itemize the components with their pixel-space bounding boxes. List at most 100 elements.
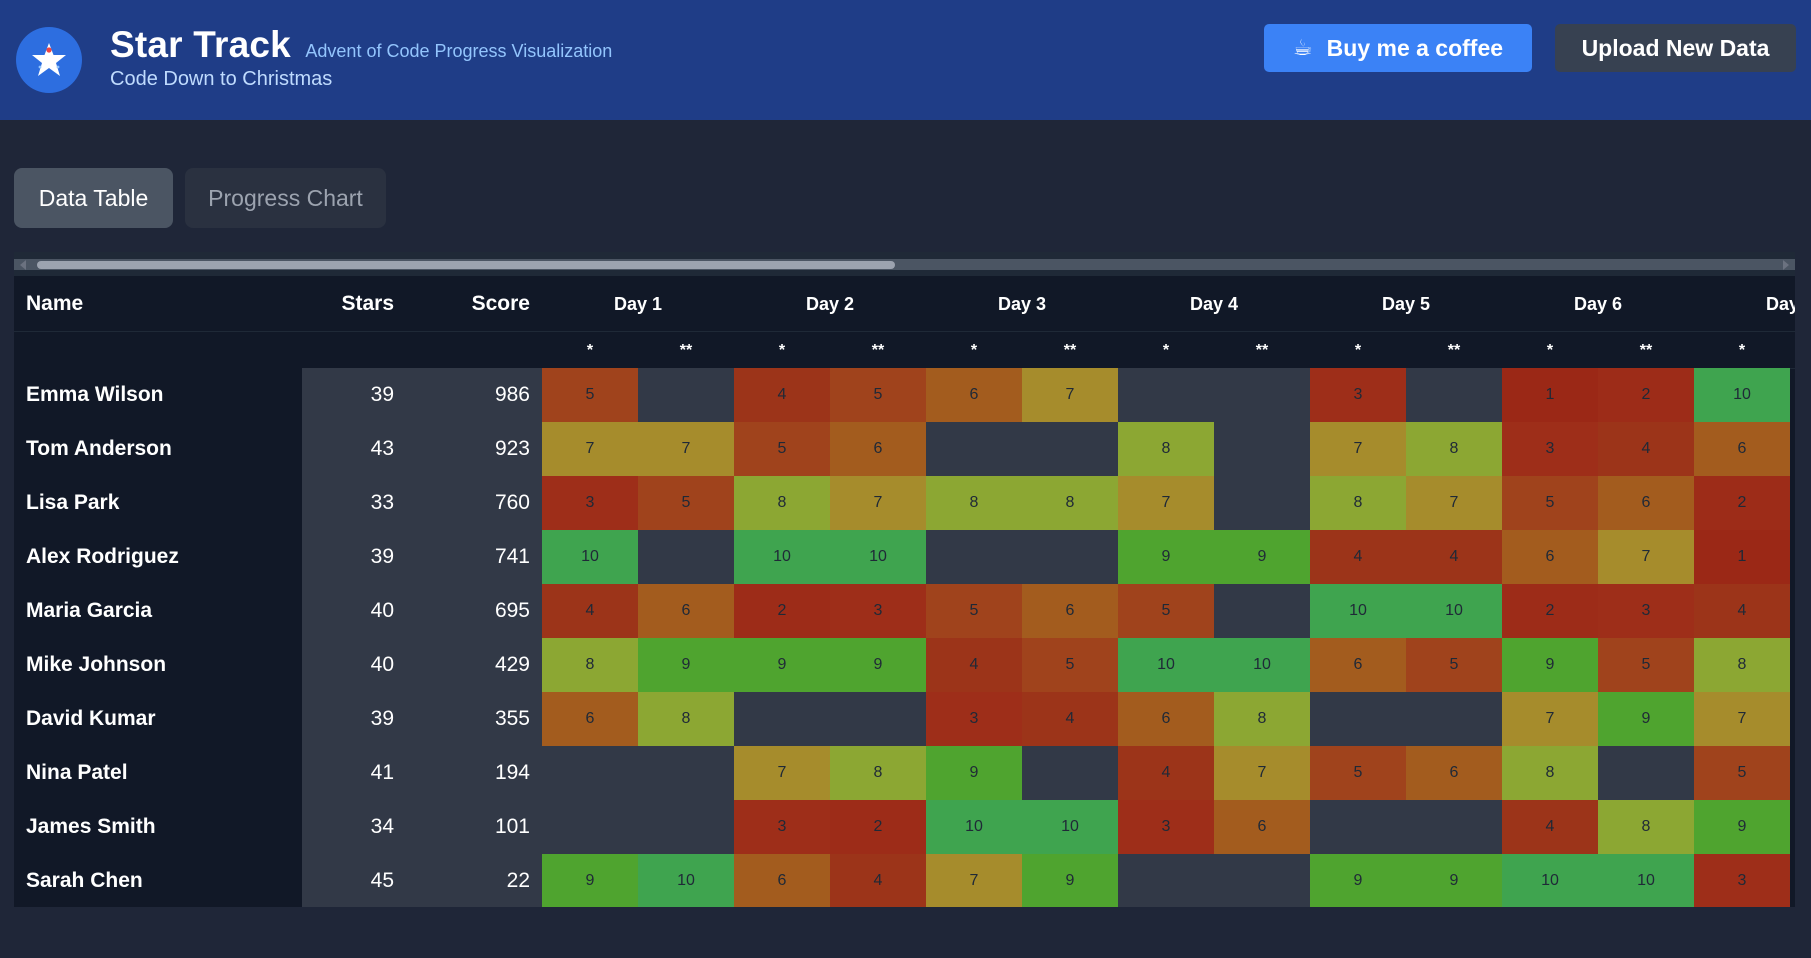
scrollbar-thumb[interactable] <box>37 261 895 269</box>
participant-name: Alex Rodriguez <box>14 530 302 584</box>
scroll-right-icon[interactable] <box>1783 260 1789 270</box>
table-row[interactable]: Mike Johnson 40 429 8 9 9 9 4 5 10 10 6 5 9 5 8 <box>14 638 1795 692</box>
upload-data-label: Upload New Data <box>1581 34 1770 61</box>
buy-coffee-button[interactable]: ☕ Buy me a coffee <box>1264 24 1532 72</box>
star-logo-icon <box>16 27 82 93</box>
rank-cell: 1 <box>1694 530 1790 584</box>
table-row[interactable]: Alex Rodriguez 39 741 10 10 10 9 9 4 4 6 7 1 <box>14 530 1795 584</box>
table-row[interactable]: Emma Wilson 39 986 5 4 5 6 7 3 1 2 10 <box>14 368 1795 422</box>
column-header-stars[interactable]: Stars <box>280 292 394 316</box>
rank-cell: 4 <box>542 584 638 638</box>
participant-stars: 40 <box>302 638 422 692</box>
part1-star-header: * <box>1738 342 1746 359</box>
rank-cell: 10 <box>734 530 830 584</box>
participant-stars: 39 <box>302 530 422 584</box>
rank-cell: 10 <box>1310 584 1406 638</box>
rank-cell: 9 <box>830 638 926 692</box>
table-row[interactable]: Sarah Chen 45 22 9 10 6 4 7 9 9 9 10 10 3 <box>14 854 1795 907</box>
table-row[interactable]: David Kumar 39 355 6 8 3 4 6 8 7 9 7 <box>14 692 1795 746</box>
column-header-name[interactable]: Name <box>26 292 83 316</box>
rank-cell: 9 <box>1118 530 1214 584</box>
rank-cell: 7 <box>1118 476 1214 530</box>
rank-cell: 5 <box>1310 746 1406 800</box>
rank-cell: 8 <box>1694 638 1790 692</box>
rank-cell: 5 <box>1502 476 1598 530</box>
empty-cell <box>1310 692 1406 746</box>
rank-cell: 3 <box>830 584 926 638</box>
rank-cell: 8 <box>1598 800 1694 854</box>
table-row[interactable]: Lisa Park 33 760 3 5 8 7 8 8 7 8 7 5 6 2 <box>14 476 1795 530</box>
part1-star-header: * <box>1354 342 1362 359</box>
participant-stars: 34 <box>302 800 422 854</box>
rank-cell: 10 <box>1406 584 1502 638</box>
table-row[interactable]: Maria Garcia 40 695 4 6 2 3 5 6 5 10 10 2 3 4 <box>14 584 1795 638</box>
rank-cell: 8 <box>1310 476 1406 530</box>
table-header-row: Name Stars Score Day 1 Day 2 Day 3 Day 4 Day… <box>14 276 1795 332</box>
rank-cell: 3 <box>1502 422 1598 476</box>
horizontal-scrollbar[interactable] <box>14 252 1795 276</box>
rank-cell: 5 <box>926 584 1022 638</box>
part2-star-header: ** <box>1639 342 1653 359</box>
part2-star-header: ** <box>679 342 693 359</box>
rank-cell: 10 <box>1694 368 1790 422</box>
part1-star-header: * <box>778 342 786 359</box>
rank-cell: 9 <box>1502 638 1598 692</box>
upload-data-button[interactable]: Upload New Data <box>1555 24 1796 72</box>
app-header: Star Track Advent of Code Progress Visua… <box>0 0 1811 120</box>
table-row[interactable]: Nina Patel 41 194 7 8 9 4 7 5 6 8 5 <box>14 746 1795 800</box>
rank-cell: 9 <box>638 638 734 692</box>
empty-cell <box>926 422 1022 476</box>
tab-data-table[interactable]: Data Table <box>14 168 173 228</box>
day-column-header: Day 2 <box>805 294 855 314</box>
tab-progress-chart[interactable]: Progress Chart <box>185 168 386 228</box>
rank-cell: 10 <box>1022 800 1118 854</box>
rank-cell: 6 <box>1022 584 1118 638</box>
participant-stars: 41 <box>302 746 422 800</box>
participant-name: Maria Garcia <box>14 584 302 638</box>
empty-cell <box>1214 854 1310 907</box>
column-header-score[interactable]: Score <box>394 292 530 316</box>
empty-cell <box>1022 746 1118 800</box>
scroll-left-icon[interactable] <box>20 260 26 270</box>
rank-cell: 9 <box>1022 854 1118 907</box>
rank-cell: 9 <box>1406 854 1502 907</box>
rank-cell: 6 <box>1118 692 1214 746</box>
rank-cell: 6 <box>734 854 830 907</box>
rank-cell: 7 <box>1406 476 1502 530</box>
empty-cell <box>638 530 734 584</box>
participant-score: 22 <box>422 854 542 907</box>
rank-cell: 5 <box>1694 746 1790 800</box>
rank-cell: 6 <box>1310 638 1406 692</box>
day-column-header: Day 1 <box>613 294 663 314</box>
participant-name: Mike Johnson <box>14 638 302 692</box>
rank-cell: 9 <box>1214 530 1310 584</box>
part2-star-header: ** <box>1255 342 1269 359</box>
participant-name: Emma Wilson <box>14 368 302 422</box>
rank-cell: 6 <box>1214 800 1310 854</box>
participant-name: Nina Patel <box>14 746 302 800</box>
rank-cell: 7 <box>638 422 734 476</box>
rank-cell: 6 <box>1502 530 1598 584</box>
table-row[interactable]: Tom Anderson 43 923 7 7 5 6 8 7 8 3 4 6 <box>14 422 1795 476</box>
rank-cell: 4 <box>734 368 830 422</box>
app-title: Star Track <box>110 24 291 65</box>
table-row[interactable]: James Smith 34 101 3 2 10 10 3 6 4 8 9 <box>14 800 1795 854</box>
rank-cell: 2 <box>1598 368 1694 422</box>
participant-stars: 33 <box>302 476 422 530</box>
rank-cell: 6 <box>926 368 1022 422</box>
empty-cell <box>638 800 734 854</box>
rank-cell: 6 <box>542 692 638 746</box>
leaderboard-table: Name Stars Score Day 1 Day 2 Day 3 Day 4 Day… <box>14 252 1795 907</box>
empty-cell <box>734 692 830 746</box>
rank-cell: 7 <box>926 854 1022 907</box>
rank-cell: 3 <box>1118 800 1214 854</box>
participant-score: 986 <box>422 368 542 422</box>
table-body: Emma Wilson 39 986 5 4 5 6 7 3 1 2 10 Tom Anderson 43… <box>14 368 1795 907</box>
rank-cell: 7 <box>542 422 638 476</box>
rank-cell: 10 <box>638 854 734 907</box>
part1-star-header: * <box>970 342 978 359</box>
rank-cell: 4 <box>926 638 1022 692</box>
rank-cell: 1 <box>1502 368 1598 422</box>
empty-cell <box>1214 476 1310 530</box>
empty-cell <box>1022 422 1118 476</box>
